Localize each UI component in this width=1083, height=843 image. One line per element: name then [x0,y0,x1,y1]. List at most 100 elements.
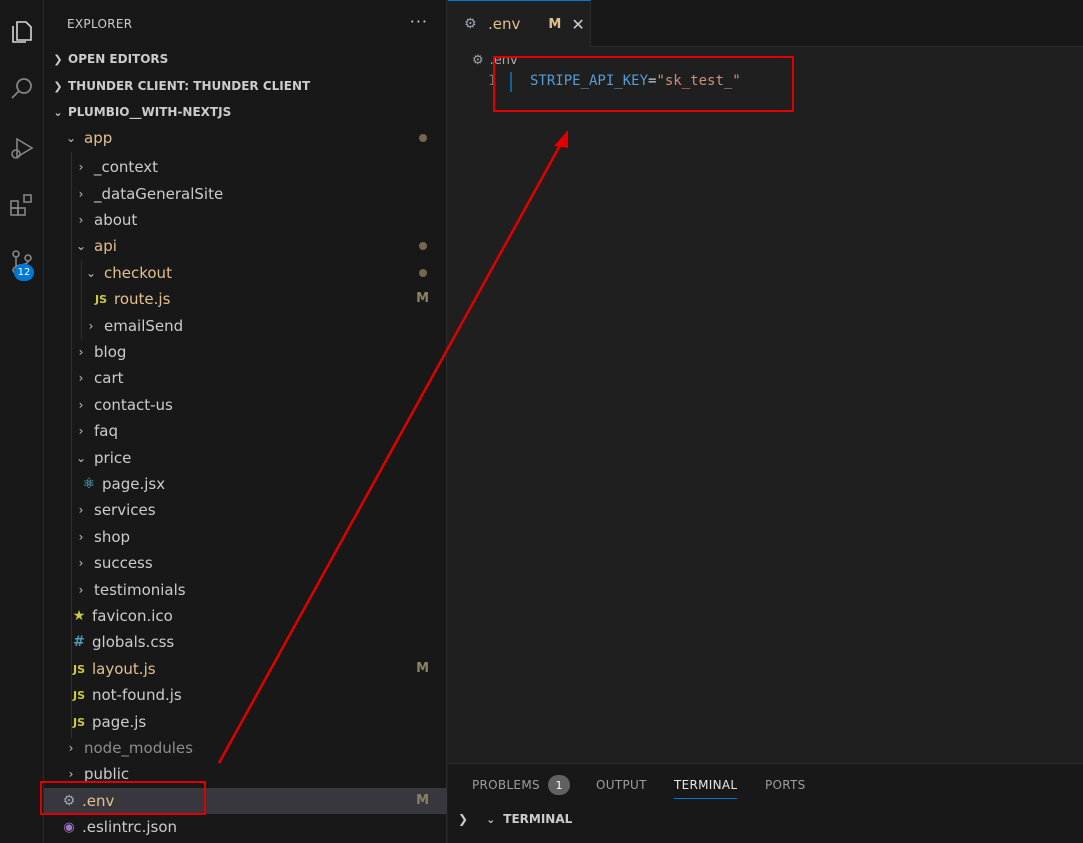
section-project[interactable]: ⌄ PLUMBIO__WITH-NEXTJS [44,99,447,125]
tab-problems[interactable]: PROBLEMS [472,778,540,792]
section-label: OPEN EDITORS [68,52,169,66]
tree-label: cart [94,369,124,387]
tab-label: .env [488,15,521,33]
js-file-icon: JS [72,662,85,676]
chevron-right-icon: ❯ [53,52,63,66]
tree-folder-success[interactable]: › success [44,550,447,576]
editor-tab-bar: ⚙ .env M ✕ [448,0,1083,47]
terminal-section[interactable]: ❯ ⌄ TERMINAL [448,808,1083,830]
problems-count-badge: 1 [548,775,570,795]
tree-file-favicon[interactable]: ★ favicon.ico [44,603,447,629]
chevron-right-icon: › [78,556,84,570]
tree-file-route-js[interactable]: JS route.js M [44,286,447,312]
tree-file-eslintrc[interactable]: ◉ .eslintrc.json [44,814,447,840]
chevron-right-icon: ❯ [53,79,63,93]
tree-label: page.js [92,713,147,731]
tree-label: shop [94,528,131,546]
css-file-icon: # [73,634,85,650]
tree-folder-email-send[interactable]: › emailSend [44,313,447,339]
tree-folder-data-general-site[interactable]: › _dataGeneralSite [44,181,447,207]
tree-label: checkout [104,264,172,282]
gear-icon: ⚙ [464,16,477,32]
tree-folder-services[interactable]: › services [44,497,447,523]
tree-folder-checkout[interactable]: ⌄ checkout [44,260,447,286]
tree-label: globals.css [92,633,175,651]
tree-folder-price[interactable]: ⌄ price [44,445,447,471]
star-file-icon: ★ [72,608,86,624]
tree-label: blog [94,343,127,361]
tree-file-not-found-js[interactable]: JS not-found.js [44,682,447,708]
tab-env[interactable]: ⚙ .env M ✕ [448,0,591,47]
git-status-badge: M [416,291,429,306]
eslint-file-icon: ◉ [63,819,75,835]
chevron-right-icon: › [78,398,84,412]
close-icon[interactable]: ✕ [571,15,584,34]
tree-folder-context[interactable]: › _context [44,154,447,180]
chevron-right-icon: › [78,345,84,359]
chevron-right-icon: › [78,503,84,517]
tree-folder-app[interactable]: ⌄ app [44,125,447,151]
bottom-panel: PROBLEMS 1 OUTPUT TERMINAL PORTS ❯ ⌄ TER… [448,763,1083,843]
chevron-right-icon: › [78,424,84,438]
tab-output[interactable]: OUTPUT [596,778,647,792]
chevron-right-icon: › [68,767,74,781]
annotation-box-code [493,56,794,112]
tree-label: _context [94,158,159,176]
chevron-down-icon: ⌄ [486,812,496,826]
tree-folder-shop[interactable]: › shop [44,524,447,550]
tree-folder-faq[interactable]: › faq [44,418,447,444]
gear-icon: ⚙ [472,52,484,68]
activity-bar: 12 [0,0,44,843]
tree-label: contact-us [94,396,173,414]
tab-terminal[interactable]: TERMINAL [674,778,738,799]
tree-label: emailSend [104,317,184,335]
tab-ports[interactable]: PORTS [765,778,806,792]
extensions-icon[interactable] [0,183,44,227]
chevron-right-icon: › [78,583,84,597]
tree-label: api [94,237,117,255]
git-status-badge: M [416,793,429,808]
run-debug-icon[interactable] [0,126,44,170]
chevron-right-icon: › [78,187,84,201]
tree-label: price [94,449,132,467]
section-open-editors[interactable]: ❯ OPEN EDITORS [44,46,447,72]
search-icon[interactable] [0,67,44,111]
tree-file-page-js[interactable]: JS page.js [44,709,447,735]
more-actions-button[interactable]: ··· [410,12,428,31]
tree-label: route.js [114,290,171,308]
tree-folder-node-modules[interactable]: › node_modules [44,735,447,761]
tree-folder-about[interactable]: › about [44,207,447,233]
section-label: THUNDER CLIENT: THUNDER CLIENT [68,79,311,93]
tree-folder-cart[interactable]: › cart [44,365,447,391]
tree-label: success [94,554,153,572]
chevron-down-icon: ⌄ [53,105,63,119]
scm-count-badge: 12 [14,264,34,281]
js-file-icon: JS [72,715,85,729]
explorer-sidebar: EXPLORER ··· ❯ OPEN EDITORS ❯ THUNDER CL… [44,0,447,843]
tree-file-page-jsx[interactable]: ⚛ page.jsx [44,471,447,497]
modified-dot [419,242,427,250]
chevron-right-icon[interactable]: ❯ [458,812,468,826]
chevron-down-icon: ⌄ [85,266,97,280]
tree-folder-blog[interactable]: › blog [44,339,447,365]
modified-dot [419,269,427,277]
tree-label: _dataGeneralSite [94,185,224,203]
chevron-right-icon: › [88,319,94,333]
tree-label: layout.js [92,660,156,678]
tree-file-layout-js[interactable]: JS layout.js M [44,656,447,682]
tree-file-globals-css[interactable]: # globals.css [44,629,447,655]
tab-modified-badge: M [548,16,562,32]
explorer-title: EXPLORER [67,17,133,31]
chevron-right-icon: › [78,530,84,544]
tree-label: testimonials [94,581,186,599]
chevron-down-icon: ⌄ [75,451,87,465]
section-thunder-client[interactable]: ❯ THUNDER CLIENT: THUNDER CLIENT [44,73,447,99]
tree-folder-contact-us[interactable]: › contact-us [44,392,447,418]
explorer-icon[interactable] [0,10,44,54]
tree-folder-api[interactable]: ⌄ api [44,233,447,259]
tree-label: not-found.js [92,686,182,704]
tree-label: node_modules [84,739,193,757]
tree-folder-testimonials[interactable]: › testimonials [44,577,447,603]
terminal-section-label: TERMINAL [503,812,573,826]
js-file-icon: JS [94,292,107,306]
